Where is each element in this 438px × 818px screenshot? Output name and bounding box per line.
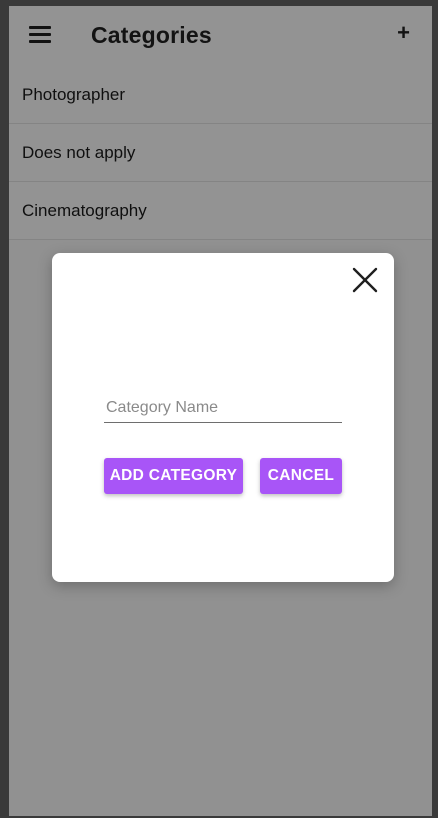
add-category-dialog: ADD CATEGORY CANCEL — [52, 253, 394, 582]
category-name-field — [104, 393, 342, 427]
close-icon[interactable] — [352, 267, 378, 293]
cancel-button[interactable]: CANCEL — [260, 458, 342, 494]
add-category-button[interactable]: ADD CATEGORY — [104, 458, 243, 494]
device-frame: Categories + Photographer Does not apply… — [0, 0, 438, 818]
category-name-input[interactable] — [104, 393, 342, 423]
app-screen: Categories + Photographer Does not apply… — [9, 6, 432, 816]
